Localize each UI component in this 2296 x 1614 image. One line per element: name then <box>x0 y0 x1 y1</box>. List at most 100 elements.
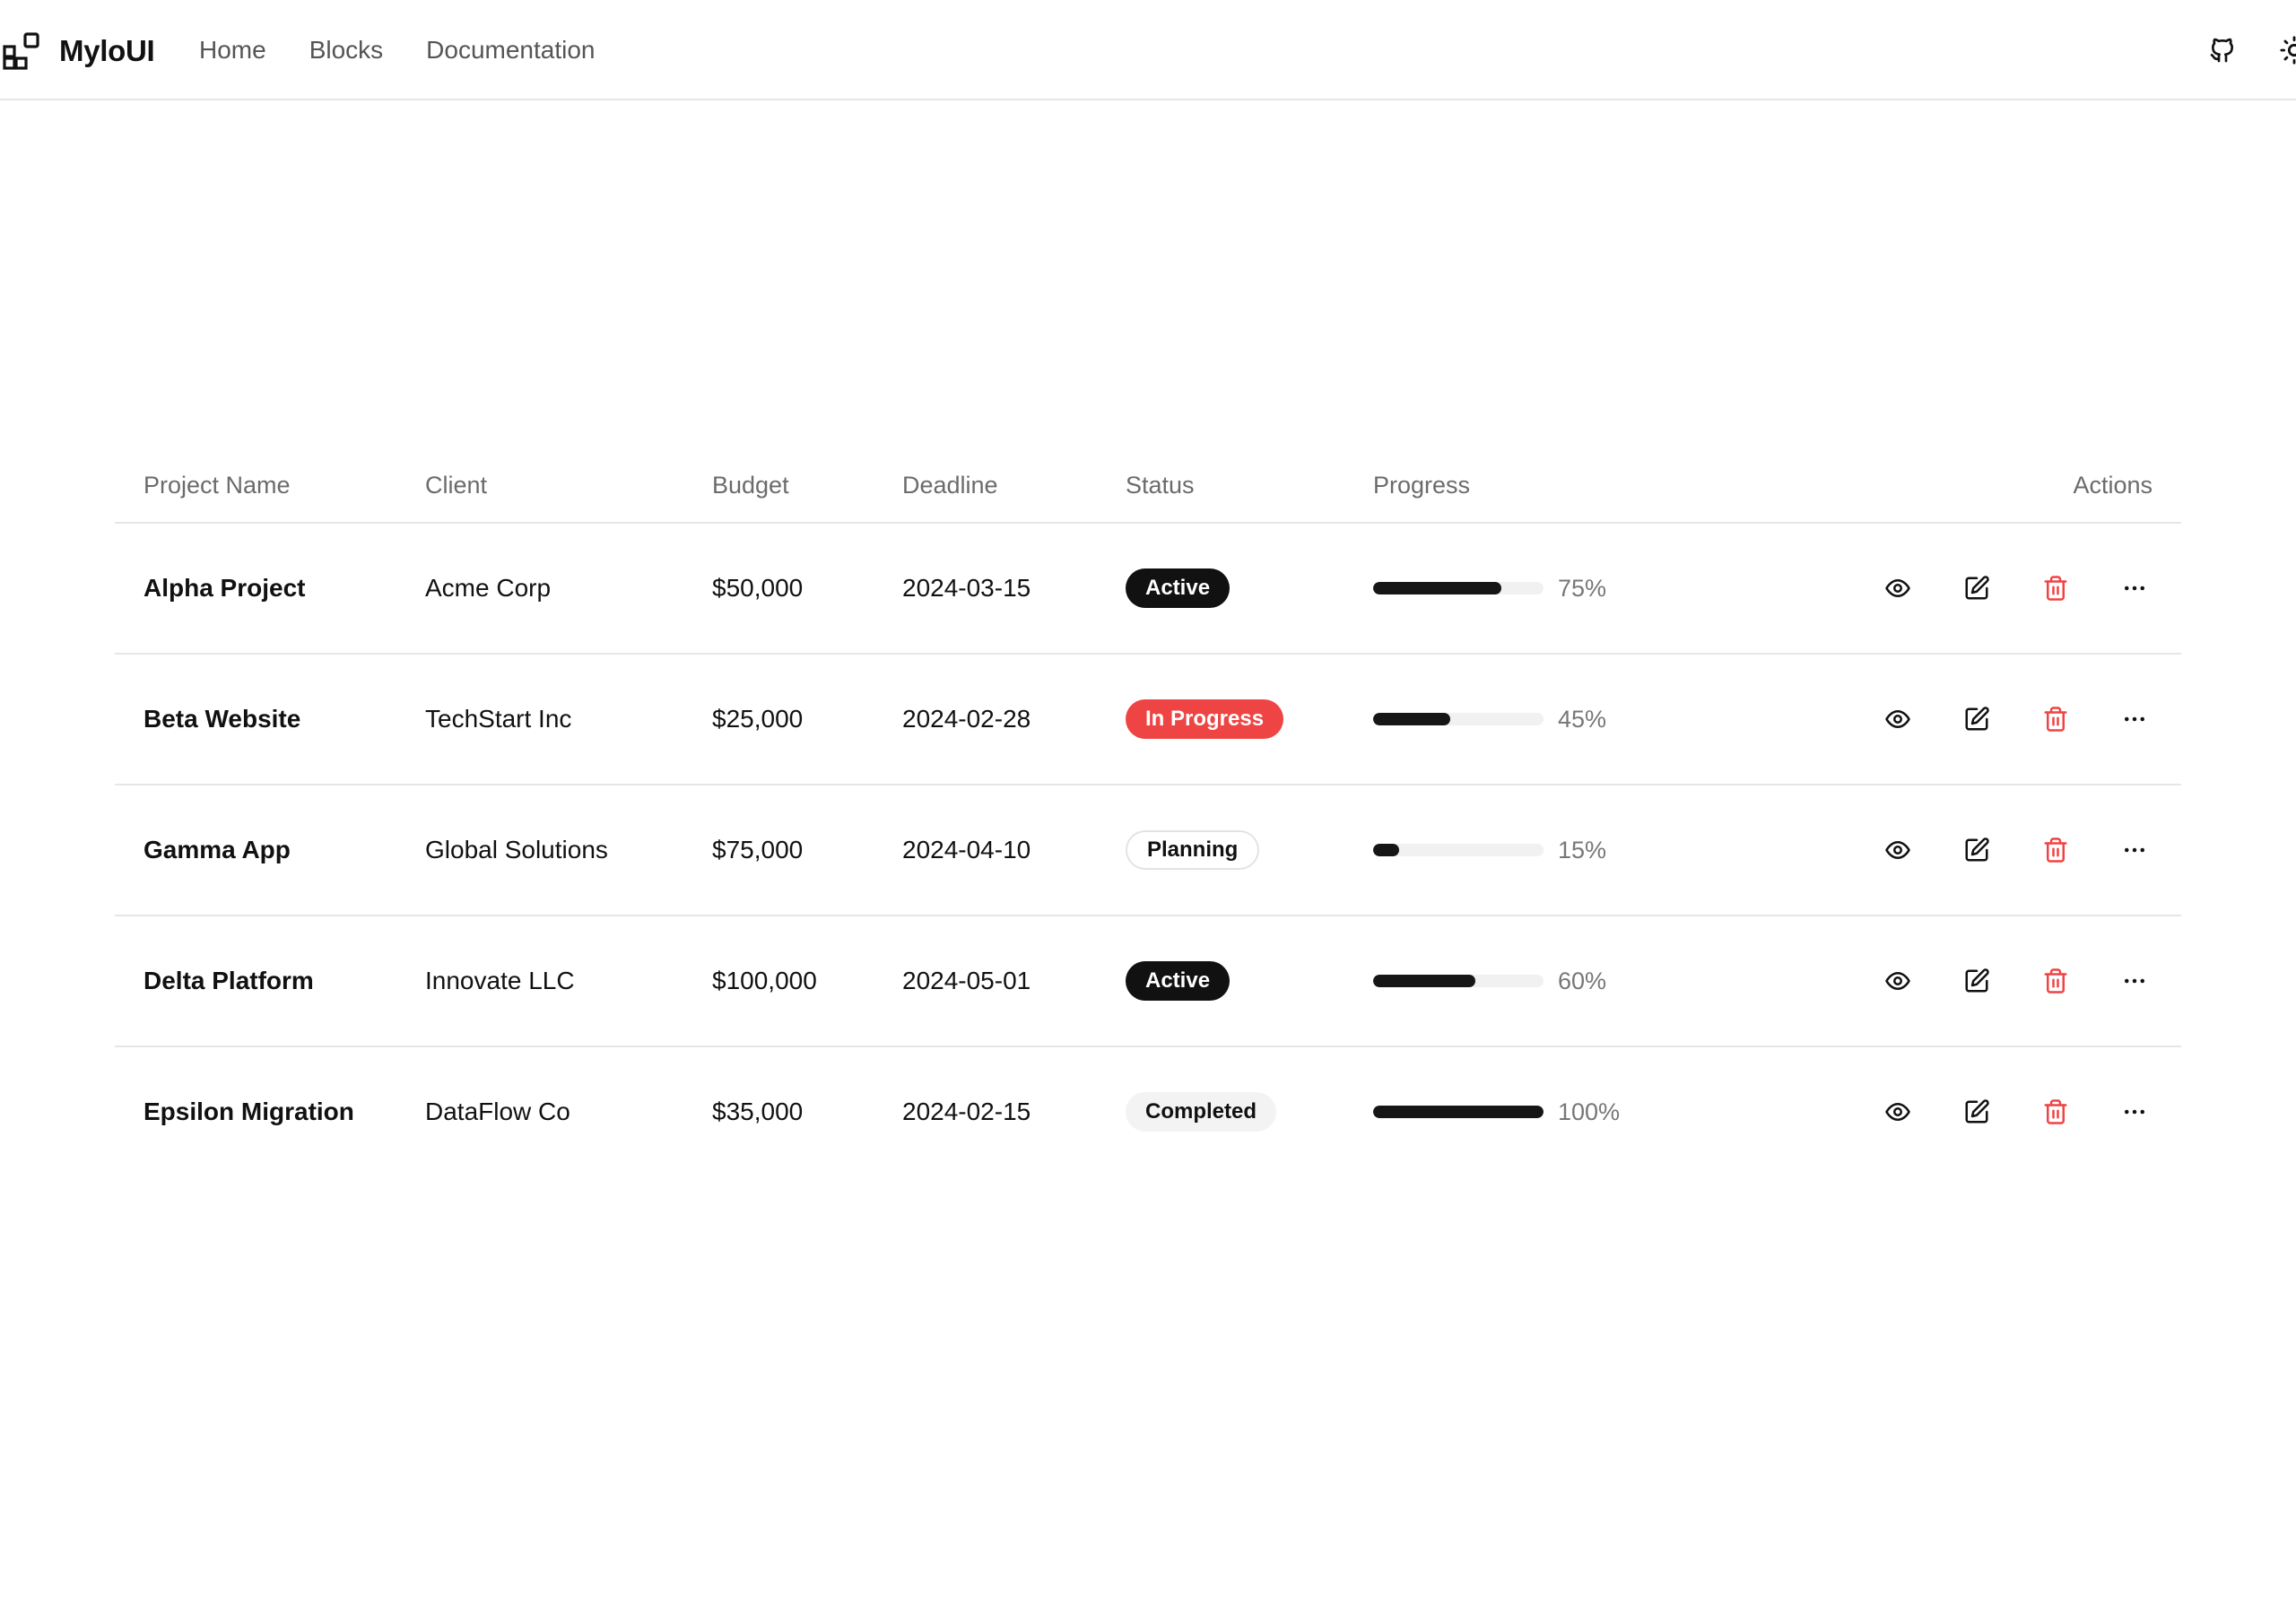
eye-icon <box>1885 972 1910 990</box>
more-icon <box>2125 1109 2144 1115</box>
main-nav: Home Blocks Documentation <box>199 32 639 68</box>
column-header-actions: Actions <box>1804 448 2181 524</box>
project-name: Beta Website <box>144 705 301 733</box>
project-name: Alpha Project <box>144 574 306 602</box>
table-row[interactable]: Beta Website TechStart Inc $25,000 2024-… <box>115 654 2181 785</box>
client-cell: Global Solutions <box>425 785 712 916</box>
edit-icon <box>1965 837 1989 862</box>
column-header-deadline[interactable]: Deadline <box>902 448 1126 524</box>
budget-cell: $50,000 <box>712 523 902 655</box>
delete-button[interactable] <box>2038 701 2074 737</box>
progress-cell: 45% <box>1373 654 1804 785</box>
nav-link-home[interactable]: Home <box>199 36 266 65</box>
progress-bar-fill <box>1373 975 1475 987</box>
progress-bar-fill <box>1373 1106 1544 1118</box>
edit-icon <box>1965 968 1989 993</box>
column-header-project-name[interactable]: Project Name <box>115 448 425 524</box>
more-button[interactable] <box>2117 1094 2152 1130</box>
brand-name: MyloUI <box>59 34 155 67</box>
nav-link-blocks[interactable]: Blocks <box>309 36 383 65</box>
github-icon <box>2210 38 2233 63</box>
eye-icon <box>1885 841 1910 859</box>
view-button[interactable] <box>1880 570 1916 606</box>
progress-cell: 100% <box>1373 1046 1804 1176</box>
more-icon <box>2125 716 2144 722</box>
edit-button[interactable] <box>1959 570 1995 606</box>
table-row[interactable]: Delta Platform Innovate LLC $100,000 202… <box>115 915 2181 1047</box>
row-actions <box>1804 570 2152 606</box>
theme-toggle-button[interactable] <box>2271 27 2296 74</box>
actions-cell <box>1804 523 2181 655</box>
progress: 45% <box>1373 706 1804 733</box>
table-row[interactable]: Epsilon Migration DataFlow Co $35,000 20… <box>115 1046 2181 1176</box>
progress-bar <box>1373 713 1544 725</box>
row-actions <box>1804 1094 2152 1130</box>
more-icon <box>2125 847 2144 853</box>
status-badge: Planning <box>1126 830 1260 870</box>
budget-cell: $35,000 <box>712 1098 804 1125</box>
sun-icon <box>2280 36 2296 65</box>
delete-button[interactable] <box>2038 1094 2074 1130</box>
view-button[interactable] <box>1880 963 1916 999</box>
github-button[interactable] <box>2199 27 2246 74</box>
edit-button[interactable] <box>1959 963 1995 999</box>
edit-button[interactable] <box>1959 701 1995 737</box>
more-button[interactable] <box>2117 832 2152 868</box>
progress: 60% <box>1373 968 1804 995</box>
delete-button[interactable] <box>2038 570 2074 606</box>
client-cell: TechStart Inc <box>425 654 712 785</box>
table-row[interactable]: Alpha Project Acme Corp $50,000 2024-03-… <box>115 523 2181 655</box>
column-header-client[interactable]: Client <box>425 448 712 524</box>
progress-cell: 60% <box>1373 915 1804 1047</box>
progress-label: 15% <box>1558 836 1607 863</box>
row-actions <box>1804 701 2152 737</box>
deadline-cell: 2024-04-10 <box>902 785 1126 916</box>
more-button[interactable] <box>2117 701 2152 737</box>
delete-button[interactable] <box>2038 963 2074 999</box>
trash-icon <box>2044 968 2067 994</box>
status-badge: Completed <box>1126 1092 1277 1132</box>
more-icon <box>2125 586 2144 591</box>
view-button[interactable] <box>1880 701 1916 737</box>
column-header-budget[interactable]: Budget <box>712 448 902 524</box>
project-name-cell: Delta Platform <box>115 915 425 1047</box>
status-badge: Active <box>1126 568 1231 608</box>
progress-label: 45% <box>1558 705 1607 733</box>
progress-cell: 15% <box>1373 785 1804 916</box>
more-button[interactable] <box>2117 570 2152 606</box>
more-button[interactable] <box>2117 963 2152 999</box>
column-header-progress[interactable]: Progress <box>1373 448 1804 524</box>
edit-icon <box>1965 1099 1989 1124</box>
table-row[interactable]: Gamma App Global Solutions $75,000 2024-… <box>115 785 2181 916</box>
edit-button[interactable] <box>1959 1094 1995 1130</box>
column-header-status[interactable]: Status <box>1126 448 1373 524</box>
trash-icon <box>2044 576 2067 601</box>
progress-bar-fill <box>1373 582 1501 594</box>
brand[interactable]: MyloUI <box>2 30 155 72</box>
edit-icon <box>1965 576 1989 600</box>
client-cell: DataFlow Co <box>425 1098 570 1125</box>
edit-button[interactable] <box>1959 832 1995 868</box>
view-button[interactable] <box>1880 1094 1916 1130</box>
row-actions <box>1804 963 2152 999</box>
project-name: Delta Platform <box>144 967 314 994</box>
progress: 15% <box>1373 837 1804 864</box>
view-button[interactable] <box>1880 832 1916 868</box>
table-body: Alpha Project Acme Corp $50,000 2024-03-… <box>115 523 2181 1176</box>
actions-cell <box>1804 1046 2181 1176</box>
blocks-logo-icon <box>3 32 39 70</box>
nav-link-documentation[interactable]: Documentation <box>426 36 595 65</box>
trash-icon <box>2044 1099 2067 1124</box>
progress-label: 60% <box>1558 967 1607 994</box>
status-cell: Active <box>1126 915 1373 1047</box>
delete-button[interactable] <box>2038 832 2074 868</box>
eye-icon <box>1885 1103 1910 1121</box>
actions-cell <box>1804 915 2181 1047</box>
client-cell: Innovate LLC <box>425 915 712 1047</box>
deadline-cell: 2024-05-01 <box>902 915 1126 1047</box>
progress: 100% <box>1373 1098 1804 1126</box>
project-name-cell: Beta Website <box>115 654 425 785</box>
deadline-cell: 2024-03-15 <box>902 523 1126 655</box>
progress: 75% <box>1373 575 1804 603</box>
progress-bar <box>1373 975 1544 987</box>
